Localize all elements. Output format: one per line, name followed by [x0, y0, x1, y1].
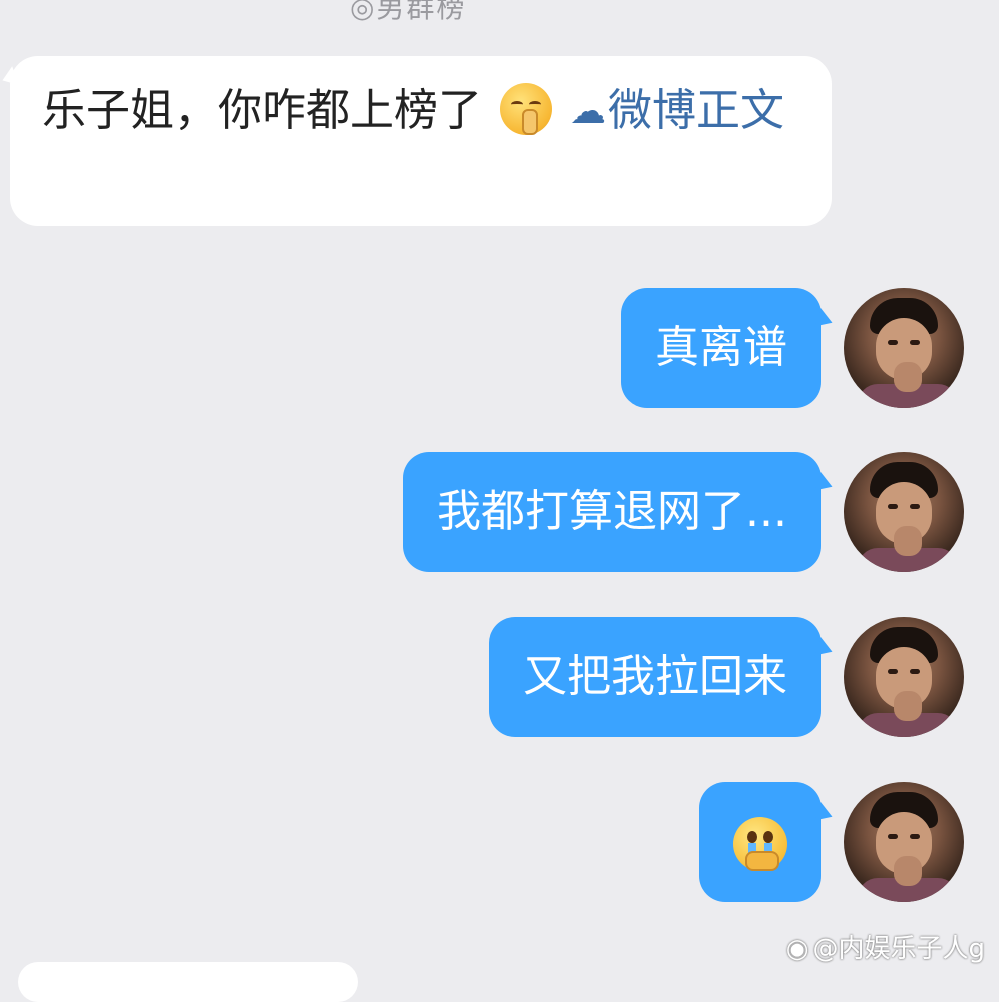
incoming-message-body: 乐子姐，你咋都上榜了	[42, 85, 482, 136]
weibo-logo-icon: ◉	[785, 934, 809, 964]
next-message-bubble	[18, 962, 358, 1002]
cloud-link-icon: ☁	[570, 91, 606, 132]
outgoing-message-bubble[interactable]: 又把我拉回来	[489, 617, 821, 737]
outgoing-message-bubble[interactable]: 真离谱	[621, 288, 821, 408]
outgoing-message-bubble[interactable]	[699, 782, 821, 902]
shush-face-icon	[500, 83, 552, 135]
outgoing-message-bubble[interactable]: 我都打算退网了...	[403, 452, 821, 572]
crying-face-hands-icon	[733, 817, 787, 871]
avatar[interactable]	[844, 288, 964, 408]
watermark: ◉ @内娱乐子人g	[786, 928, 985, 965]
weibo-post-link[interactable]: ☁微博正文	[570, 85, 784, 136]
avatar[interactable]	[844, 617, 964, 737]
incoming-message-bubble[interactable]: 乐子姐，你咋都上榜了 ☁微博正文	[10, 56, 832, 226]
outgoing-message-text: 真离谱	[655, 322, 787, 373]
outgoing-message-text: 又把我拉回来	[523, 651, 787, 702]
incoming-message-text: 乐子姐，你咋都上榜了 ☁微博正文	[42, 82, 798, 141]
weibo-post-link-label: 微博正文	[608, 85, 784, 136]
header-cut-text: ◎男群榜	[350, 0, 467, 24]
avatar[interactable]	[844, 452, 964, 572]
avatar[interactable]	[844, 782, 964, 902]
outgoing-message-text: 我都打算退网了...	[437, 486, 787, 537]
watermark-text: @内娱乐子人g	[812, 934, 985, 964]
